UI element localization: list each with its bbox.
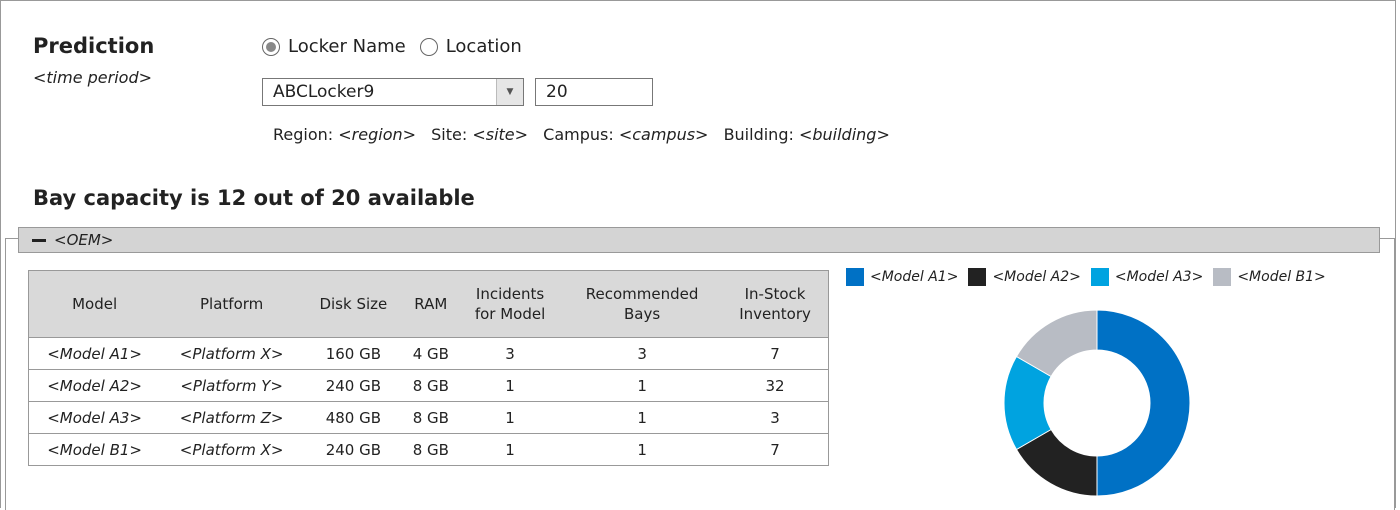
location-info: Region: <region> Site: <site> Campus: <c… xyxy=(273,125,890,144)
cell-model: <Model A1> xyxy=(28,337,161,370)
campus-value: <campus> xyxy=(618,125,709,144)
page-title: Prediction xyxy=(33,34,155,58)
model-table: Model Platform Disk Size RAM Incidents f… xyxy=(28,270,829,466)
chart-legend: <Model A1> <Model A2> <Model A3> <Model … xyxy=(846,268,1336,286)
cell-platform: <Platform X> xyxy=(160,337,304,370)
cell-bays: 3 xyxy=(562,337,723,370)
legend-label: <Model A2> xyxy=(992,269,1081,285)
time-period-label: <time period> xyxy=(33,68,153,87)
legend-item: <Model A3> xyxy=(1090,268,1204,286)
cell-model: <Model A2> xyxy=(28,369,161,402)
site-label: Site: xyxy=(431,125,468,144)
table-header-row: Model Platform Disk Size RAM Incidents f… xyxy=(28,270,829,338)
cell-disk: 240 GB xyxy=(303,369,404,402)
legend-item: <Model A1> xyxy=(846,268,958,286)
col-header-platform: Platform xyxy=(160,270,304,338)
col-header-recommended-bays: Recommended Bays xyxy=(562,270,723,338)
legend-item: <Model B1> xyxy=(1213,268,1326,286)
col-header-disk-size: Disk Size xyxy=(303,270,404,338)
cell-inventory: 32 xyxy=(722,369,829,402)
cell-inventory: 7 xyxy=(722,337,829,370)
cell-inventory: 7 xyxy=(722,433,829,466)
table-row: <Model B1> <Platform X> 240 GB 8 GB 1 1 … xyxy=(28,433,829,466)
legend-swatch xyxy=(846,268,864,286)
cell-bays: 1 xyxy=(562,369,723,402)
cell-platform: <Platform X> xyxy=(160,433,304,466)
legend-item: <Model A2> xyxy=(968,268,1081,286)
location-radio[interactable] xyxy=(419,37,438,56)
cell-model: <Model A3> xyxy=(28,401,161,434)
oem-label: <OEM> xyxy=(54,231,114,249)
locker-name-radio[interactable] xyxy=(262,37,280,56)
cell-bays: 1 xyxy=(562,401,723,434)
cell-inventory: 3 xyxy=(722,401,829,434)
donut-slice xyxy=(1096,309,1191,497)
cell-incidents: 3 xyxy=(458,337,563,370)
cell-bays: 1 xyxy=(562,433,723,466)
table-row: <Model A2> <Platform Y> 240 GB 8 GB 1 1 … xyxy=(28,369,829,402)
cell-incidents: 1 xyxy=(458,401,563,434)
table-row: <Model A3> <Platform Z> 480 GB 8 GB 1 1 … xyxy=(28,401,829,434)
site-value: <site> xyxy=(472,125,529,144)
building-label: Building: xyxy=(723,125,794,144)
radio-selected-dot xyxy=(266,41,276,52)
selector-radio-group: Locker Name Location xyxy=(262,36,536,57)
cell-incidents: 1 xyxy=(458,369,563,402)
oem-section-header[interactable]: <OEM> xyxy=(18,227,1380,253)
col-header-ram: RAM xyxy=(403,270,459,338)
legend-label: <Model A1> xyxy=(870,269,959,285)
legend-label: <Model B1> xyxy=(1237,269,1326,285)
cell-disk: 480 GB xyxy=(303,401,404,434)
cell-ram: 8 GB xyxy=(403,401,459,434)
legend-swatch xyxy=(1213,268,1232,286)
location-label[interactable]: Location xyxy=(446,36,522,57)
cell-ram: 8 GB xyxy=(403,433,459,466)
table-row: <Model A1> <Platform X> 160 GB 4 GB 3 3 … xyxy=(28,337,829,370)
section-border-right xyxy=(1394,238,1395,510)
col-header-model: Model xyxy=(28,270,161,338)
building-value: <building> xyxy=(798,125,890,144)
legend-label: <Model A3> xyxy=(1114,269,1204,285)
legend-swatch xyxy=(1090,268,1109,286)
campus-label: Campus: xyxy=(543,125,614,144)
col-header-inventory: In-Stock Inventory xyxy=(722,270,829,338)
count-input[interactable]: 20 xyxy=(535,78,653,106)
donut-chart xyxy=(1003,309,1191,497)
cell-platform: <Platform Z> xyxy=(160,401,304,434)
bay-capacity-heading: Bay capacity is 12 out of 20 available xyxy=(33,186,475,210)
region-value: <region> xyxy=(338,125,417,144)
chevron-down-icon[interactable]: ▼ xyxy=(496,79,523,105)
cell-ram: 8 GB xyxy=(403,369,459,402)
cell-disk: 160 GB xyxy=(303,337,404,370)
cell-disk: 240 GB xyxy=(303,433,404,466)
cell-incidents: 1 xyxy=(458,433,563,466)
cell-platform: <Platform Y> xyxy=(160,369,304,402)
cell-ram: 4 GB xyxy=(403,337,459,370)
locker-select-value: ABCLocker9 xyxy=(273,82,375,102)
locker-name-label[interactable]: Locker Name xyxy=(288,36,406,57)
region-label: Region: xyxy=(273,125,334,144)
cell-model: <Model B1> xyxy=(28,433,161,466)
collapse-minus-icon[interactable] xyxy=(32,238,46,242)
col-header-incidents: Incidents for Model xyxy=(458,270,563,338)
section-border-left xyxy=(5,238,6,510)
legend-swatch xyxy=(968,268,987,286)
locker-select[interactable]: ABCLocker9 ▼ xyxy=(262,78,524,106)
